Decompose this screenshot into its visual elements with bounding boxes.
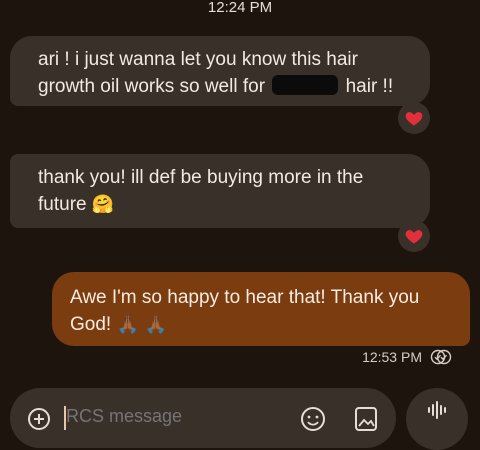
audio-waveform-icon	[428, 401, 446, 419]
message-bubble-outgoing[interactable]: Awe I'm so happy to hear that! Thank you…	[52, 272, 470, 346]
folded-hands-emoji: 🙏🏾 🙏🏾	[116, 314, 168, 335]
conversation-timestamp: 12:24 PM	[207, 0, 273, 16]
heart-icon	[405, 230, 423, 244]
message-text: hair !!	[345, 76, 394, 97]
voice-message-button[interactable]	[406, 388, 468, 450]
message-bubble-incoming[interactable]: thank you! ill def be buying more in the…	[10, 154, 430, 228]
rcs-message-input[interactable]	[66, 406, 266, 427]
emoji-picker-icon[interactable]	[300, 406, 326, 432]
message-meta: 12:53 PM	[362, 349, 452, 365]
read-double-check-icon	[430, 349, 452, 365]
gallery-icon[interactable]	[353, 405, 379, 433]
add-attachment-icon[interactable]	[27, 407, 51, 431]
sent-time: 12:53 PM	[362, 349, 422, 365]
heart-reaction-badge[interactable]	[398, 102, 430, 134]
redacted-text	[272, 75, 339, 95]
hugging-face-emoji: 🤗	[91, 194, 115, 215]
heart-icon	[405, 112, 423, 126]
message-composer	[10, 388, 396, 448]
heart-reaction-badge[interactable]	[398, 220, 430, 252]
message-bubble-incoming[interactable]: ari ! i just wanna let you know this hai…	[10, 36, 430, 106]
message-text: thank you! ill def be buying more in the…	[38, 167, 364, 215]
